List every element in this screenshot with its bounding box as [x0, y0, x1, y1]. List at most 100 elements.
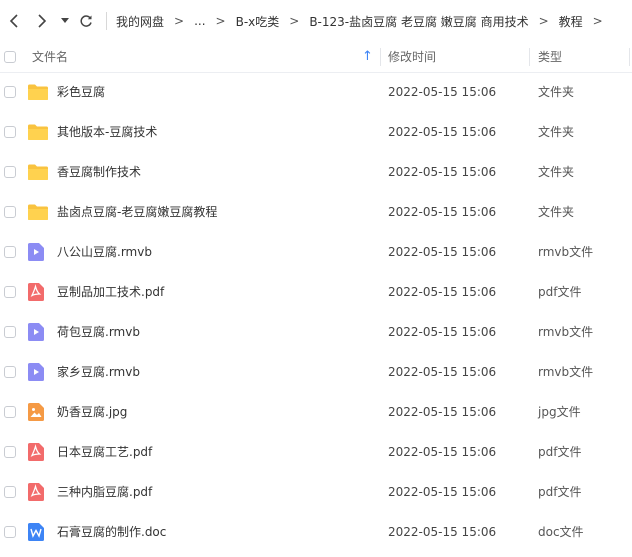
- navigation-bar: 我的网盘 > ... > B-x吃类 > B-123-盐卤豆腐 老豆腐 嫩豆腐 …: [0, 0, 632, 42]
- column-divider[interactable]: [380, 48, 381, 66]
- breadcrumb-item-current[interactable]: 教程: [559, 13, 583, 30]
- file-row[interactable]: 奶香豆腐.jpg 2022-05-15 15:06 jpg文件: [0, 392, 632, 432]
- file-modified-time: 2022-05-15 15:06: [388, 325, 497, 339]
- video-file-icon: [28, 363, 46, 381]
- file-name[interactable]: 三种内脂豆腐.pdf: [57, 472, 152, 512]
- file-name[interactable]: 石膏豆腐的制作.doc: [57, 512, 166, 552]
- folder-icon: [28, 163, 48, 181]
- folder-icon: [28, 123, 48, 141]
- column-header-type[interactable]: 类型: [538, 42, 562, 72]
- file-name[interactable]: 香豆腐制作技术: [57, 152, 141, 192]
- file-row[interactable]: 荷包豆腐.rmvb 2022-05-15 15:06 rmvb文件: [0, 312, 632, 352]
- row-checkbox[interactable]: [4, 206, 16, 218]
- file-modified-time: 2022-05-15 15:06: [388, 205, 497, 219]
- breadcrumb-separator: >: [289, 14, 300, 28]
- file-name[interactable]: 豆制品加工技术.pdf: [57, 272, 164, 312]
- file-name[interactable]: 其他版本-豆腐技术: [57, 112, 157, 152]
- file-row[interactable]: 八公山豆腐.rmvb 2022-05-15 15:06 rmvb文件: [0, 232, 632, 272]
- row-checkbox[interactable]: [4, 406, 16, 418]
- breadcrumb-item-category[interactable]: B-x吃类: [236, 13, 280, 30]
- file-modified-time: 2022-05-15 15:06: [388, 405, 497, 419]
- file-modified-time: 2022-05-15 15:06: [388, 85, 497, 99]
- breadcrumb-item-folder[interactable]: B-123-盐卤豆腐 老豆腐 嫩豆腐 商用技术: [309, 13, 528, 30]
- file-modified-time: 2022-05-15 15:06: [388, 525, 497, 539]
- file-row[interactable]: 日本豆腐工艺.pdf 2022-05-15 15:06 pdf文件: [0, 432, 632, 472]
- row-checkbox[interactable]: [4, 126, 16, 138]
- file-type: rmvb文件: [538, 365, 594, 379]
- refresh-icon: [80, 15, 92, 27]
- breadcrumb-item-root[interactable]: 我的网盘: [116, 13, 164, 30]
- pdf-file-icon: [28, 483, 46, 501]
- breadcrumb-separator: >: [215, 14, 226, 28]
- file-type: jpg文件: [538, 405, 581, 419]
- file-modified-time: 2022-05-15 15:06: [388, 285, 497, 299]
- file-modified-time: 2022-05-15 15:06: [388, 165, 497, 179]
- back-button[interactable]: [4, 10, 24, 32]
- select-all-checkbox[interactable]: [4, 51, 16, 63]
- row-checkbox[interactable]: [4, 86, 16, 98]
- file-row[interactable]: 石膏豆腐的制作.doc 2022-05-15 15:06 doc文件: [0, 512, 632, 552]
- file-modified-time: 2022-05-15 15:06: [388, 445, 497, 459]
- file-modified-time: 2022-05-15 15:06: [388, 125, 497, 139]
- file-name[interactable]: 荷包豆腐.rmvb: [57, 312, 140, 352]
- row-checkbox[interactable]: [4, 486, 16, 498]
- file-type: 文件夹: [538, 85, 575, 99]
- video-file-icon: [28, 323, 46, 341]
- file-name[interactable]: 家乡豆腐.rmvb: [57, 352, 140, 392]
- file-type: pdf文件: [538, 285, 582, 299]
- file-row[interactable]: 豆制品加工技术.pdf 2022-05-15 15:06 pdf文件: [0, 272, 632, 312]
- file-type: pdf文件: [538, 485, 582, 499]
- file-row[interactable]: 其他版本-豆腐技术 2022-05-15 15:06 文件夹: [0, 112, 632, 152]
- nav-divider: [106, 12, 107, 30]
- file-type: 文件夹: [538, 165, 575, 179]
- column-header-modified[interactable]: 修改时间: [388, 42, 436, 72]
- breadcrumb-item-ellipsis[interactable]: ...: [194, 14, 205, 28]
- file-name[interactable]: 奶香豆腐.jpg: [57, 392, 127, 432]
- column-divider[interactable]: [529, 48, 530, 66]
- file-name[interactable]: 日本豆腐工艺.pdf: [57, 432, 152, 472]
- file-type: doc文件: [538, 525, 584, 539]
- video-file-icon: [28, 243, 46, 261]
- file-row[interactable]: 香豆腐制作技术 2022-05-15 15:06 文件夹: [0, 152, 632, 192]
- pdf-file-icon: [28, 443, 46, 461]
- history-dropdown-button[interactable]: [58, 10, 72, 32]
- breadcrumb: 我的网盘 > ... > B-x吃类 > B-123-盐卤豆腐 老豆腐 嫩豆腐 …: [116, 0, 613, 42]
- pdf-file-icon: [28, 283, 46, 301]
- file-list-header: 文件名 ↑ 修改时间 类型: [0, 42, 632, 73]
- folder-icon: [28, 83, 48, 101]
- file-name[interactable]: 八公山豆腐.rmvb: [57, 232, 152, 272]
- row-checkbox[interactable]: [4, 286, 16, 298]
- breadcrumb-separator: >: [592, 14, 603, 28]
- file-name[interactable]: 彩色豆腐: [57, 72, 105, 112]
- file-type: 文件夹: [538, 125, 575, 139]
- file-row[interactable]: 三种内脂豆腐.pdf 2022-05-15 15:06 pdf文件: [0, 472, 632, 512]
- file-row[interactable]: 彩色豆腐 2022-05-15 15:06 文件夹: [0, 72, 632, 112]
- file-modified-time: 2022-05-15 15:06: [388, 485, 497, 499]
- column-header-name[interactable]: 文件名: [32, 42, 68, 72]
- file-type: rmvb文件: [538, 325, 594, 339]
- row-checkbox[interactable]: [4, 526, 16, 538]
- file-type: pdf文件: [538, 445, 582, 459]
- sort-ascending-icon[interactable]: ↑: [362, 42, 373, 72]
- chevron-right-icon: [38, 14, 47, 28]
- file-modified-time: 2022-05-15 15:06: [388, 365, 497, 379]
- caret-down-icon: [61, 18, 69, 23]
- file-row[interactable]: 家乡豆腐.rmvb 2022-05-15 15:06 rmvb文件: [0, 352, 632, 392]
- folder-icon: [28, 203, 48, 221]
- file-modified-time: 2022-05-15 15:06: [388, 245, 497, 259]
- row-checkbox[interactable]: [4, 326, 16, 338]
- row-checkbox[interactable]: [4, 166, 16, 178]
- row-checkbox[interactable]: [4, 446, 16, 458]
- refresh-button[interactable]: [76, 10, 96, 32]
- column-divider[interactable]: [629, 48, 630, 66]
- chevron-left-icon: [9, 14, 18, 28]
- forward-button[interactable]: [32, 10, 52, 32]
- breadcrumb-separator: >: [174, 14, 185, 28]
- file-name[interactable]: 盐卤点豆腐-老豆腐嫩豆腐教程: [57, 192, 217, 232]
- breadcrumb-separator: >: [538, 14, 549, 28]
- word-file-icon: [28, 523, 46, 541]
- file-row[interactable]: 盐卤点豆腐-老豆腐嫩豆腐教程 2022-05-15 15:06 文件夹: [0, 192, 632, 232]
- file-type: rmvb文件: [538, 245, 594, 259]
- row-checkbox[interactable]: [4, 246, 16, 258]
- row-checkbox[interactable]: [4, 366, 16, 378]
